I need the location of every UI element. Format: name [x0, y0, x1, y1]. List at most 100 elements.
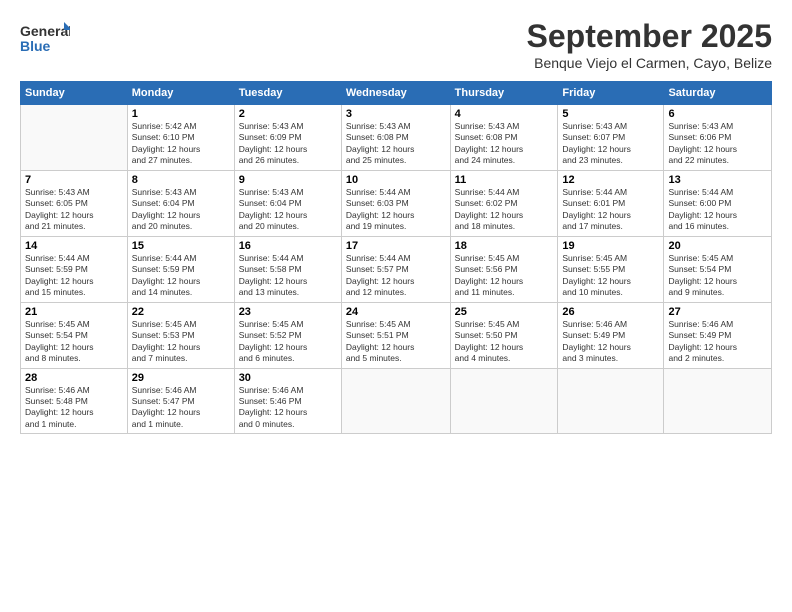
calendar-cell: 23Sunrise: 5:45 AM Sunset: 5:52 PM Dayli… [234, 302, 341, 368]
calendar-week-2: 7Sunrise: 5:43 AM Sunset: 6:05 PM Daylig… [21, 170, 772, 236]
calendar-cell: 6Sunrise: 5:43 AM Sunset: 6:06 PM Daylig… [664, 105, 772, 171]
day-info: Sunrise: 5:45 AM Sunset: 5:52 PM Dayligh… [239, 319, 337, 365]
day-info: Sunrise: 5:45 AM Sunset: 5:56 PM Dayligh… [455, 253, 554, 299]
day-info: Sunrise: 5:43 AM Sunset: 6:04 PM Dayligh… [239, 187, 337, 233]
logo-icon: General Blue [20, 18, 70, 58]
day-number: 20 [668, 240, 767, 252]
day-number: 10 [346, 174, 446, 186]
calendar-cell: 21Sunrise: 5:45 AM Sunset: 5:54 PM Dayli… [21, 302, 128, 368]
day-info: Sunrise: 5:46 AM Sunset: 5:49 PM Dayligh… [562, 319, 659, 365]
day-number: 30 [239, 372, 337, 384]
day-info: Sunrise: 5:45 AM Sunset: 5:54 PM Dayligh… [25, 319, 123, 365]
day-number: 12 [562, 174, 659, 186]
calendar-cell: 7Sunrise: 5:43 AM Sunset: 6:05 PM Daylig… [21, 170, 128, 236]
title-block: September 2025 Benque Viejo el Carmen, C… [527, 18, 772, 71]
calendar-header-sunday: Sunday [21, 82, 128, 105]
calendar-cell: 14Sunrise: 5:44 AM Sunset: 5:59 PM Dayli… [21, 236, 128, 302]
day-number: 28 [25, 372, 123, 384]
calendar-cell: 29Sunrise: 5:46 AM Sunset: 5:47 PM Dayli… [127, 368, 234, 434]
day-info: Sunrise: 5:45 AM Sunset: 5:55 PM Dayligh… [562, 253, 659, 299]
day-number: 17 [346, 240, 446, 252]
page-header: General Blue September 2025 Benque Viejo… [20, 18, 772, 71]
logo: General Blue [20, 18, 70, 58]
calendar-week-4: 21Sunrise: 5:45 AM Sunset: 5:54 PM Dayli… [21, 302, 772, 368]
day-info: Sunrise: 5:46 AM Sunset: 5:46 PM Dayligh… [239, 385, 337, 431]
day-info: Sunrise: 5:45 AM Sunset: 5:53 PM Dayligh… [132, 319, 230, 365]
day-number: 21 [25, 306, 123, 318]
day-number: 23 [239, 306, 337, 318]
day-info: Sunrise: 5:43 AM Sunset: 6:09 PM Dayligh… [239, 121, 337, 167]
calendar-cell: 12Sunrise: 5:44 AM Sunset: 6:01 PM Dayli… [558, 170, 664, 236]
calendar-cell: 5Sunrise: 5:43 AM Sunset: 6:07 PM Daylig… [558, 105, 664, 171]
month-title: September 2025 [527, 18, 772, 55]
day-number: 13 [668, 174, 767, 186]
day-number: 2 [239, 108, 337, 120]
svg-text:General: General [20, 23, 70, 39]
day-info: Sunrise: 5:44 AM Sunset: 6:02 PM Dayligh… [455, 187, 554, 233]
day-number: 24 [346, 306, 446, 318]
day-number: 4 [455, 108, 554, 120]
calendar-header-tuesday: Tuesday [234, 82, 341, 105]
day-info: Sunrise: 5:43 AM Sunset: 6:04 PM Dayligh… [132, 187, 230, 233]
calendar-header-saturday: Saturday [664, 82, 772, 105]
calendar-header-wednesday: Wednesday [341, 82, 450, 105]
day-info: Sunrise: 5:44 AM Sunset: 5:59 PM Dayligh… [25, 253, 123, 299]
day-info: Sunrise: 5:43 AM Sunset: 6:05 PM Dayligh… [25, 187, 123, 233]
day-number: 8 [132, 174, 230, 186]
calendar-header-monday: Monday [127, 82, 234, 105]
day-info: Sunrise: 5:45 AM Sunset: 5:54 PM Dayligh… [668, 253, 767, 299]
calendar-cell [450, 368, 558, 434]
calendar-cell: 4Sunrise: 5:43 AM Sunset: 6:08 PM Daylig… [450, 105, 558, 171]
calendar-cell: 9Sunrise: 5:43 AM Sunset: 6:04 PM Daylig… [234, 170, 341, 236]
day-number: 1 [132, 108, 230, 120]
day-info: Sunrise: 5:45 AM Sunset: 5:51 PM Dayligh… [346, 319, 446, 365]
day-info: Sunrise: 5:45 AM Sunset: 5:50 PM Dayligh… [455, 319, 554, 365]
day-number: 11 [455, 174, 554, 186]
calendar-cell: 30Sunrise: 5:46 AM Sunset: 5:46 PM Dayli… [234, 368, 341, 434]
day-info: Sunrise: 5:43 AM Sunset: 6:07 PM Dayligh… [562, 121, 659, 167]
calendar-cell: 22Sunrise: 5:45 AM Sunset: 5:53 PM Dayli… [127, 302, 234, 368]
day-number: 18 [455, 240, 554, 252]
calendar-week-1: 1Sunrise: 5:42 AM Sunset: 6:10 PM Daylig… [21, 105, 772, 171]
calendar-cell: 3Sunrise: 5:43 AM Sunset: 6:08 PM Daylig… [341, 105, 450, 171]
calendar-cell [21, 105, 128, 171]
day-number: 3 [346, 108, 446, 120]
day-info: Sunrise: 5:44 AM Sunset: 5:59 PM Dayligh… [132, 253, 230, 299]
day-info: Sunrise: 5:44 AM Sunset: 6:03 PM Dayligh… [346, 187, 446, 233]
calendar-week-3: 14Sunrise: 5:44 AM Sunset: 5:59 PM Dayli… [21, 236, 772, 302]
calendar-cell: 16Sunrise: 5:44 AM Sunset: 5:58 PM Dayli… [234, 236, 341, 302]
calendar-header-friday: Friday [558, 82, 664, 105]
day-info: Sunrise: 5:44 AM Sunset: 5:57 PM Dayligh… [346, 253, 446, 299]
day-info: Sunrise: 5:44 AM Sunset: 6:00 PM Dayligh… [668, 187, 767, 233]
svg-text:Blue: Blue [20, 38, 51, 54]
calendar-header-row: SundayMondayTuesdayWednesdayThursdayFrid… [21, 82, 772, 105]
location-subtitle: Benque Viejo el Carmen, Cayo, Belize [527, 55, 772, 71]
calendar-cell [664, 368, 772, 434]
day-info: Sunrise: 5:43 AM Sunset: 6:08 PM Dayligh… [346, 121, 446, 167]
calendar-cell: 8Sunrise: 5:43 AM Sunset: 6:04 PM Daylig… [127, 170, 234, 236]
day-number: 14 [25, 240, 123, 252]
day-number: 5 [562, 108, 659, 120]
calendar-cell: 28Sunrise: 5:46 AM Sunset: 5:48 PM Dayli… [21, 368, 128, 434]
calendar-cell [558, 368, 664, 434]
day-number: 6 [668, 108, 767, 120]
day-info: Sunrise: 5:44 AM Sunset: 6:01 PM Dayligh… [562, 187, 659, 233]
calendar-cell: 25Sunrise: 5:45 AM Sunset: 5:50 PM Dayli… [450, 302, 558, 368]
calendar-cell: 17Sunrise: 5:44 AM Sunset: 5:57 PM Dayli… [341, 236, 450, 302]
day-number: 27 [668, 306, 767, 318]
day-info: Sunrise: 5:43 AM Sunset: 6:06 PM Dayligh… [668, 121, 767, 167]
calendar-cell: 11Sunrise: 5:44 AM Sunset: 6:02 PM Dayli… [450, 170, 558, 236]
day-info: Sunrise: 5:42 AM Sunset: 6:10 PM Dayligh… [132, 121, 230, 167]
calendar-cell: 27Sunrise: 5:46 AM Sunset: 5:49 PM Dayli… [664, 302, 772, 368]
day-number: 7 [25, 174, 123, 186]
day-number: 25 [455, 306, 554, 318]
calendar-cell: 13Sunrise: 5:44 AM Sunset: 6:00 PM Dayli… [664, 170, 772, 236]
day-number: 19 [562, 240, 659, 252]
day-number: 22 [132, 306, 230, 318]
day-number: 26 [562, 306, 659, 318]
calendar-cell: 24Sunrise: 5:45 AM Sunset: 5:51 PM Dayli… [341, 302, 450, 368]
day-info: Sunrise: 5:44 AM Sunset: 5:58 PM Dayligh… [239, 253, 337, 299]
calendar-cell: 26Sunrise: 5:46 AM Sunset: 5:49 PM Dayli… [558, 302, 664, 368]
day-info: Sunrise: 5:46 AM Sunset: 5:48 PM Dayligh… [25, 385, 123, 431]
calendar-cell: 20Sunrise: 5:45 AM Sunset: 5:54 PM Dayli… [664, 236, 772, 302]
